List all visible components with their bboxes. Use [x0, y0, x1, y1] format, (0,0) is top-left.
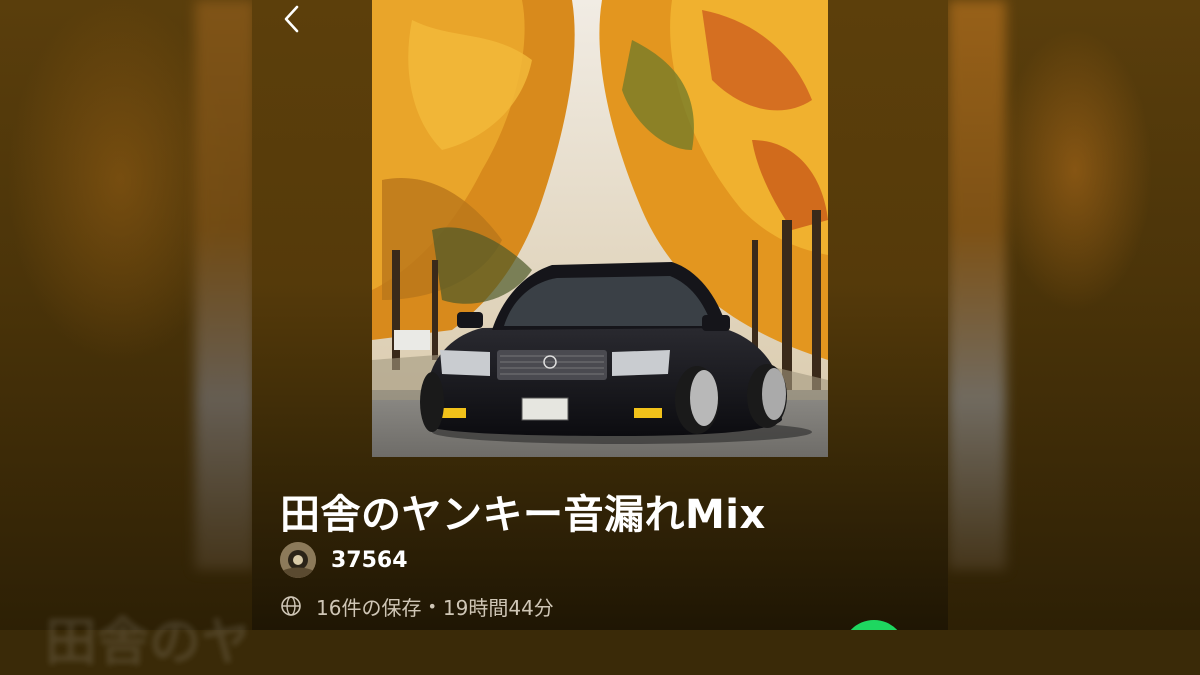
playlist-meta: 16件の保存 • 19時間44分: [280, 591, 554, 621]
owner-name[interactable]: 37564: [331, 548, 408, 573]
playlist-panel: 田舎のヤンキー音漏れMix 37564 16件の保存 • 19時間44分: [252, 0, 948, 630]
backdrop-right-blur: [948, 0, 1006, 570]
back-button[interactable]: [278, 4, 308, 34]
playlist-title: 田舎のヤンキー音漏れMix: [280, 492, 766, 538]
playlist-owner[interactable]: 37564: [280, 541, 408, 579]
globe-icon: [281, 596, 301, 616]
playlist-cover-image: [372, 0, 828, 457]
play-button[interactable]: [842, 620, 906, 630]
meta-separator: •: [427, 596, 437, 616]
total-duration: 19時間44分: [442, 595, 554, 620]
saves-count: 16件の保存: [316, 595, 422, 620]
backdrop-left-blur: [195, 0, 255, 570]
avatar[interactable]: [280, 542, 316, 578]
owner-avatar-image: [280, 542, 316, 578]
chevron-left-icon: [284, 5, 299, 33]
backdrop-ghost-title: 田舎のヤンキー音漏れMix: [45, 613, 245, 673]
